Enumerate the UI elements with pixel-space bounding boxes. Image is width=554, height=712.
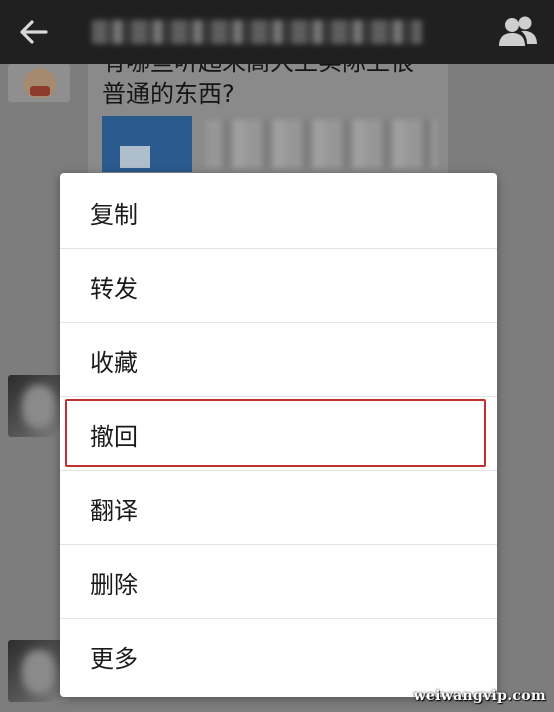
message-text: 有哪些听起来高大上实际上很 普通的东西? — [102, 64, 442, 110]
message-line-2: 普通的东西? — [102, 80, 235, 108]
avatar[interactable] — [8, 64, 70, 102]
link-thumbnail — [102, 116, 192, 172]
arrow-left-icon — [20, 20, 48, 44]
link-description-blurred — [206, 120, 436, 168]
chat-info-button[interactable] — [496, 12, 540, 52]
group-contacts-icon — [499, 16, 537, 46]
back-button[interactable] — [14, 14, 54, 50]
menu-item-copy[interactable]: 复制 — [60, 175, 497, 249]
chat-title-blurred — [92, 20, 422, 44]
menu-item-label: 翻译 — [90, 496, 138, 525]
menu-item-label: 收藏 — [90, 348, 138, 377]
menu-item-favorite[interactable]: 收藏 — [60, 323, 497, 397]
menu-item-label: 删除 — [90, 570, 138, 599]
menu-item-more[interactable]: 更多 — [60, 619, 497, 693]
recall-highlight-annotation — [65, 399, 486, 467]
menu-item-delete[interactable]: 删除 — [60, 545, 497, 619]
dog-icon — [24, 68, 56, 98]
message-line-1: 有哪些听起来高大上实际上很 — [102, 64, 414, 78]
menu-item-translate[interactable]: 翻译 — [60, 471, 497, 545]
title-bar — [0, 0, 554, 64]
watermark: weiwangvip.com — [413, 688, 546, 704]
shared-link-message[interactable]: 有哪些听起来高大上实际上很 普通的东西? — [88, 64, 448, 176]
menu-item-label: 复制 — [90, 200, 138, 229]
message-context-menu: 复制 转发 收藏 撤回 翻译 删除 更多 — [60, 173, 497, 697]
menu-item-label: 更多 — [90, 644, 138, 673]
menu-item-forward[interactable]: 转发 — [60, 249, 497, 323]
menu-item-label: 转发 — [90, 274, 138, 303]
